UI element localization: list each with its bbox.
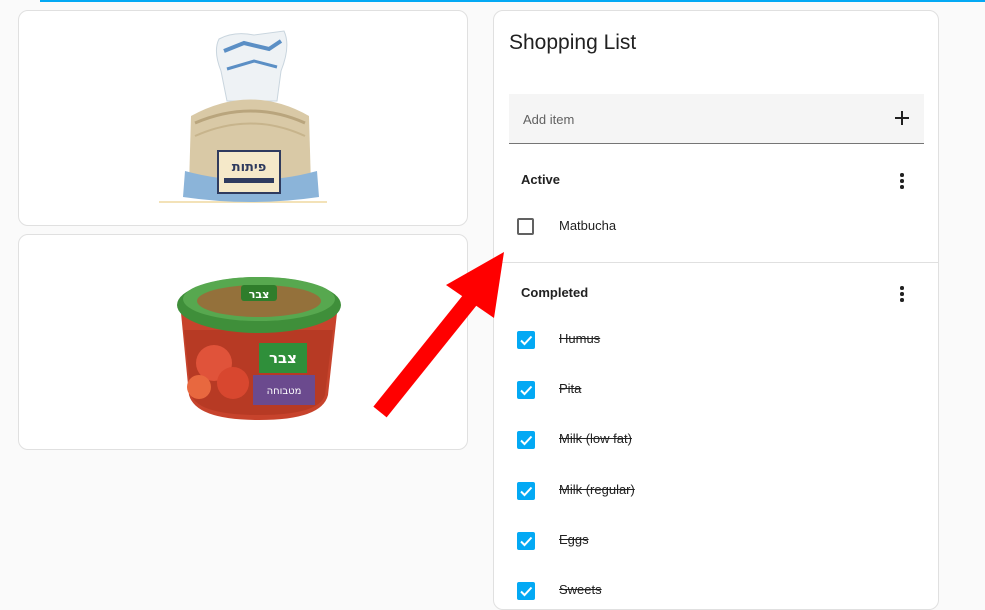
list-item-completed: Sweets bbox=[517, 581, 897, 603]
lid-brand-text: צבר bbox=[249, 288, 270, 301]
shopping-list-title: Shopping List bbox=[509, 31, 637, 54]
item-label: Matbucha bbox=[559, 218, 617, 233]
more-vert-icon bbox=[900, 286, 904, 290]
top-accent-bar bbox=[40, 0, 985, 2]
pita-bag-image: פיתות bbox=[159, 30, 327, 203]
check-icon bbox=[520, 486, 533, 497]
check-icon bbox=[520, 385, 533, 396]
add-item-input[interactable] bbox=[509, 94, 885, 144]
item-label: Eggs bbox=[559, 532, 589, 547]
item-checkbox-checked[interactable] bbox=[517, 431, 535, 449]
more-vert-icon bbox=[900, 173, 904, 177]
pita-image-card[interactable]: פיתות bbox=[18, 10, 468, 226]
item-checkbox-checked[interactable] bbox=[517, 331, 535, 349]
shopping-list-card: Shopping List Active Matbucha Completed … bbox=[493, 10, 939, 610]
item-checkbox-checked[interactable] bbox=[517, 582, 535, 600]
check-icon bbox=[520, 586, 533, 597]
item-label: Milk (regular) bbox=[559, 482, 635, 497]
list-item-completed: Pita bbox=[517, 380, 897, 402]
item-label: Pita bbox=[559, 381, 582, 396]
item-checkbox-checked[interactable] bbox=[517, 381, 535, 399]
check-icon bbox=[520, 536, 533, 547]
list-item-completed: Eggs bbox=[517, 531, 897, 553]
add-item-button[interactable] bbox=[892, 108, 912, 128]
item-label: Humus bbox=[559, 331, 601, 346]
matbucha-container-image: צבר צבר מטבוחה bbox=[177, 277, 341, 420]
list-item-completed: Milk (regular) bbox=[517, 481, 897, 503]
item-checkbox-checked[interactable] bbox=[517, 532, 535, 550]
tub-brand-text: צבר bbox=[269, 349, 297, 367]
completed-section-header: Completed bbox=[521, 285, 589, 300]
add-item-box bbox=[509, 94, 924, 144]
active-section-header: Active bbox=[521, 172, 561, 187]
check-icon bbox=[520, 435, 533, 446]
completed-menu-button[interactable] bbox=[896, 285, 908, 303]
list-item-matbucha: Matbucha bbox=[517, 217, 897, 239]
matbucha-image-card[interactable]: צבר צבר מטבוחה bbox=[18, 234, 468, 450]
list-item-completed: Milk (low fat) bbox=[517, 430, 897, 452]
pita-bag-text: פיתות bbox=[232, 160, 267, 175]
plus-icon bbox=[895, 111, 909, 125]
check-icon bbox=[520, 335, 533, 346]
active-menu-button[interactable] bbox=[896, 172, 908, 190]
item-checkbox-checked[interactable] bbox=[517, 482, 535, 500]
list-item-completed: Humus bbox=[517, 330, 897, 352]
item-checkbox[interactable] bbox=[517, 218, 534, 235]
section-divider bbox=[494, 262, 938, 263]
item-label: Milk (low fat) bbox=[559, 431, 632, 446]
tub-label-text: מטבוחה bbox=[267, 386, 302, 397]
